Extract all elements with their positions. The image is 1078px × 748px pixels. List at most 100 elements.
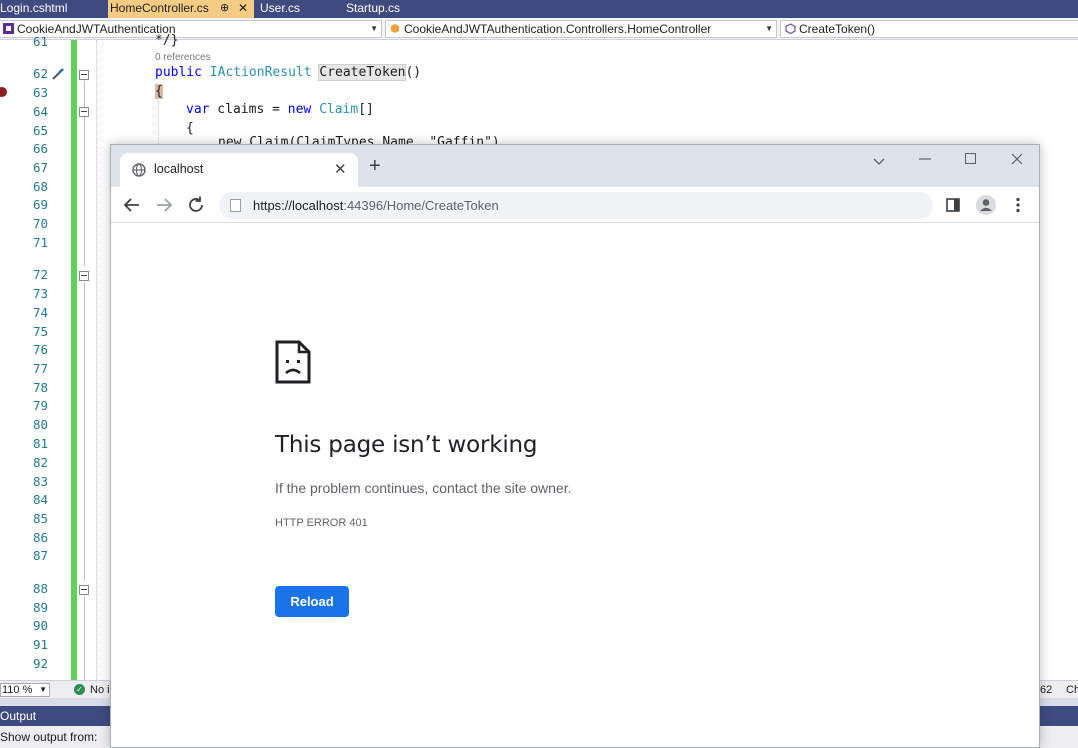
member-name: CreateToken() [799,22,876,36]
line-number: 70 [32,216,48,231]
class-name: CookieAndJWTAuthentication.Controllers.H… [404,22,712,36]
url-text: https://localhost:44396/Home/CreateToken [253,198,499,213]
close-icon[interactable]: ✕ [238,0,248,17]
page-content: This page isn’t working If the problem c… [111,224,1039,747]
indent-guide [96,40,97,680]
method-icon [785,23,796,34]
codelens-references[interactable]: 0 references [155,52,211,63]
line-column-indicator[interactable]: 62 [1040,683,1052,697]
pin-icon[interactable]: ⊕ [220,0,229,17]
url-host: https://localhost [253,198,344,213]
page-info-icon[interactable] [230,199,241,212]
more-menu-icon[interactable] [1015,197,1021,213]
line-number: 82 [32,455,48,470]
tab-label: User.cs [260,1,301,15]
line-number: 62 [32,66,48,81]
chevron-down-icon: ▼ [370,24,378,33]
encoding-indicator[interactable]: Ch [1066,683,1078,697]
reload-button[interactable]: Reload [275,586,349,617]
collapse-toggle[interactable] [79,271,89,281]
chevron-down-icon[interactable] [873,155,885,167]
line-number: 79 [32,398,48,413]
fold-guide [84,282,85,580]
profile-avatar-icon[interactable] [975,194,997,216]
forward-arrow-icon[interactable] [153,194,175,216]
line-number: 73 [32,286,48,301]
member-dropdown[interactable]: CreateToken() [780,20,1078,38]
code-line-63: { [155,84,163,99]
code-line-65: { [186,121,194,136]
tab-label: Startup.cs [346,1,401,15]
tab-startup-cs[interactable]: Startup.cs [344,0,434,18]
error-message: If the problem continues, contact the si… [275,480,572,496]
class-icon [391,24,399,33]
fold-guide [84,596,85,680]
line-number: 76 [32,342,48,357]
tab-user-cs[interactable]: User.cs [258,0,338,18]
line-number: 61 [32,34,48,49]
close-window-icon[interactable] [1011,153,1023,165]
method-name: CreateToken [318,64,407,81]
collapse-toggle[interactable] [79,107,89,117]
line-number: 88 [32,581,48,596]
vs-document-tabs: Login.cshtml HomeController.cs ⊕ ✕ User.… [0,0,1078,18]
line-number: 86 [32,530,48,545]
minimize-icon[interactable] [919,157,931,161]
browser-titlebar[interactable]: localhost ✕ + [111,145,1039,187]
show-output-from-label: Show output from: [0,730,98,744]
chevron-down-icon: ▼ [39,685,47,694]
collapse-toggle[interactable] [79,70,89,80]
code-token: claims = [209,102,288,117]
line-number: 87 [32,548,48,563]
chevron-down-icon: ▼ [765,24,773,33]
keyword: var [186,102,210,117]
close-tab-icon[interactable]: ✕ [334,160,347,178]
collapse-toggle[interactable] [79,585,89,595]
side-panel-icon[interactable] [946,198,960,212]
browser-toolbar: https://localhost:44396/Home/CreateToken [111,187,1039,223]
line-number: 78 [32,380,48,395]
line-number: 72 [32,267,48,282]
line-number: 77 [32,361,48,376]
check-icon: ✓ [74,684,85,695]
address-bar[interactable]: https://localhost:44396/Home/CreateToken [219,192,933,219]
tab-title: localhost [154,162,204,176]
csharp-project-icon [3,23,14,34]
globe-icon [132,163,146,177]
class-dropdown[interactable]: CookieAndJWTAuthentication.Controllers.H… [385,20,777,38]
line-number: 69 [32,197,48,212]
url-path: :44396/Home/CreateToken [343,198,499,213]
tab-label: HomeController.cs [110,1,209,15]
code-line: */} [155,33,179,48]
line-number: 65 [32,123,48,138]
line-number: 67 [32,160,48,175]
reload-icon[interactable] [185,194,207,216]
browser-window: localhost ✕ + https://localhost:44396/Ho… [110,144,1040,748]
breakpoint-icon[interactable] [0,87,7,97]
line-number: 85 [32,511,48,526]
line-number: 91 [32,637,48,652]
line-number: 66 [32,141,48,156]
project-dropdown[interactable]: CookieAndJWTAuthentication ▼ [0,20,382,38]
browser-tab[interactable]: localhost ✕ [120,153,358,187]
line-number: 75 [32,324,48,339]
maximize-icon[interactable] [965,153,976,164]
line-number: 63 [32,85,48,100]
new-tab-button[interactable]: + [369,156,381,176]
quick-actions-brush-icon[interactable] [50,66,66,82]
keyword: new [287,102,312,117]
line-number: 68 [32,179,48,194]
code-line-64: var claims = new Claim[] [186,102,374,117]
matched-brace: { [155,84,163,99]
tab-homecontroller[interactable]: HomeController.cs ⊕ ✕ [108,0,254,18]
change-tracking-bar [71,40,77,680]
back-arrow-icon[interactable] [121,194,143,216]
line-number: 83 [32,474,48,489]
zoom-level: 110 % [2,684,33,696]
type-name: IActionResult [209,65,312,80]
tab-login-cshtml[interactable]: Login.cshtml [0,0,94,18]
line-number: 84 [32,492,48,507]
code-token: [] [358,102,374,117]
zoom-dropdown[interactable]: 110 % ▼ [0,683,50,697]
line-number: 74 [32,305,48,320]
